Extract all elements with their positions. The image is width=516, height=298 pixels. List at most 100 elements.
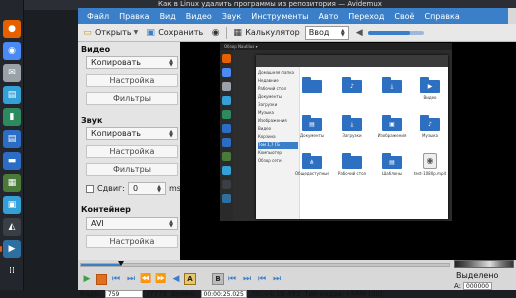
menu-item[interactable]: Справка: [419, 12, 464, 21]
frame-type: Тип кадра: I-FRM (00): [304, 289, 383, 298]
last-frame-button[interactable]: ⏭: [270, 272, 284, 286]
app-grid-icon[interactable]: ⁞⁞: [3, 262, 21, 280]
preview-sidebar-item: Обзор сети: [258, 158, 282, 163]
goto-a-icon: ⏮: [227, 274, 237, 284]
next-frame-icon: ⏭: [126, 274, 136, 284]
mode-value: Ввод: [308, 28, 330, 37]
mode-select[interactable]: Ввод ▲ ▼: [304, 25, 349, 40]
save-label: Сохранить: [158, 28, 204, 37]
menu-item[interactable]: Файл: [82, 12, 114, 21]
toolbar: ▭ Открыть ▼ ▣ Сохранить ◉ ▦ Калькулятор …: [78, 24, 516, 42]
terminal-icon[interactable]: ▮: [3, 108, 21, 126]
preview-folder-label: Шаблоны: [382, 171, 402, 176]
container-config-button[interactable]: Настройка: [86, 235, 178, 248]
save-button[interactable]: ▣ Сохранить: [143, 25, 205, 40]
audio-codec-select[interactable]: Копировать ▲ ▼: [86, 127, 178, 140]
menu-item[interactable]: Вид: [155, 12, 181, 21]
prev-keyframe-button[interactable]: ◀: [169, 272, 183, 286]
timeline-slider[interactable]: [80, 261, 450, 267]
info-button[interactable]: ◉: [208, 25, 223, 40]
preview-folder-label: test-1080p.mp4: [413, 171, 447, 176]
selection-a-label: A:: [454, 282, 462, 290]
selection-a-row: A: 000000: [454, 282, 492, 290]
preview-dock-icon: [222, 110, 231, 119]
forward-icon: ⏩: [155, 274, 167, 284]
audio-shift-checkbox[interactable]: [86, 184, 94, 193]
video-codec-value: Копировать: [91, 58, 141, 67]
preview-dock: [220, 50, 233, 221]
play-button[interactable]: ▶: [80, 272, 94, 286]
archive-icon[interactable]: ▦: [3, 174, 21, 192]
audio-codec-value: Копировать: [91, 129, 141, 138]
spin-arrows-icon: ▲ ▼: [169, 218, 173, 229]
preview-folder-label: Общедоступные: [295, 171, 329, 176]
time-input[interactable]: 00:00:25.025: [200, 289, 247, 298]
first-frame-button[interactable]: ⏮: [255, 272, 269, 286]
preview-folder-icon: ▤: [302, 115, 322, 131]
video-codec-select[interactable]: Копировать ▲ ▼: [86, 56, 178, 69]
selection-a-value: 000000: [463, 282, 492, 290]
preview-folder-icon: ⤓: [382, 77, 402, 93]
volume-slider[interactable]: [367, 30, 424, 35]
chevron-down-icon[interactable]: ▼: [134, 29, 139, 36]
spin-arrows-icon: ▲ ▼: [340, 27, 345, 38]
chromium-icon[interactable]: ◉: [3, 42, 21, 60]
calculator-label: Калькулятор: [245, 28, 300, 37]
menu-item[interactable]: Видео: [181, 12, 217, 21]
menu-item[interactable]: Звук: [217, 12, 246, 21]
avidemux-window: Файл Правка Вид Видео Звук Инструменты Авто Пер…: [78, 8, 516, 298]
menu-item[interactable]: Правка: [114, 12, 154, 21]
first-frame-icon: ⏮: [257, 274, 267, 284]
set-marker-b-button[interactable]: B: [212, 273, 224, 285]
preview-dock-icon: [222, 194, 231, 203]
menu-item[interactable]: Инструменты: [246, 12, 313, 21]
preview-sidebar-item: Документы: [258, 94, 282, 99]
audio-shift-row: Сдвиг: 0 ▲ ▼ ms: [86, 182, 181, 195]
total-frames: /7776: [146, 289, 168, 298]
video-preview[interactable]: Обзор Nautilus ▾ Домашняя папка Недавние Р…: [180, 42, 516, 260]
container-format-select[interactable]: AVI ▲ ▼: [86, 217, 178, 230]
audio-shift-input[interactable]: 0 ▲ ▼: [127, 182, 166, 195]
menu-item[interactable]: Авто: [314, 12, 344, 21]
spin-arrows-icon: ▲ ▼: [169, 128, 173, 139]
frame-input[interactable]: 759: [104, 289, 143, 298]
timeline-cursor-icon[interactable]: [118, 261, 125, 266]
open-button[interactable]: ▭ Открыть ▼: [80, 25, 140, 40]
goto-b-button[interactable]: ⏭: [240, 272, 254, 286]
selection-panel: Выделено A: 000000: [450, 258, 516, 298]
preview-sidebar-item: Домашняя папка: [258, 70, 294, 75]
firefox-icon[interactable]: ●: [3, 20, 21, 38]
prev-frame-button[interactable]: ⏮: [109, 272, 123, 286]
forward-button[interactable]: ⏩: [154, 272, 168, 286]
preview-folder-icon: ▣: [382, 115, 402, 131]
time-label: Время:: [171, 289, 197, 298]
next-frame-button[interactable]: ⏭: [124, 272, 138, 286]
audio-filters-button[interactable]: Фильтры: [86, 163, 178, 176]
audio-config-button[interactable]: Настройка: [86, 145, 178, 158]
files-icon[interactable]: ▤: [3, 86, 21, 104]
calculator-button[interactable]: ▦ Калькулятор: [230, 25, 302, 40]
video-filters-button[interactable]: Фильтры: [86, 92, 178, 105]
menu-item[interactable]: Своё: [389, 12, 419, 21]
preview-dock-icon: [222, 166, 231, 175]
selection-title: Выделено: [456, 271, 499, 280]
volume-control[interactable]: ◀: [352, 25, 426, 40]
avidemux-icon[interactable]: ▶: [3, 240, 21, 258]
preview-sidebar-item: Изображения: [258, 118, 287, 123]
preview-folder-label: Рабочий стол: [337, 171, 367, 176]
menu-item[interactable]: Переход: [343, 12, 389, 21]
document-icon[interactable]: ▤: [3, 130, 21, 148]
image-viewer-icon[interactable]: ◭: [3, 218, 21, 236]
mail-icon[interactable]: ✉: [3, 64, 21, 82]
stop-button[interactable]: [96, 273, 107, 285]
folder-icon[interactable]: ▬: [3, 152, 21, 170]
preview-folder-icon: ⤓: [342, 115, 362, 131]
preview-file-manager-sidebar: Домашняя папка Недавние Рабочий стол Докуме…: [256, 67, 300, 219]
spin-arrows-icon: ▲ ▼: [169, 57, 173, 68]
video-config-button[interactable]: Настройка: [86, 74, 178, 87]
store-icon[interactable]: ▣: [3, 196, 21, 214]
set-marker-a-button[interactable]: A: [184, 273, 196, 285]
preview-dock-icon: [222, 68, 231, 77]
rewind-button[interactable]: ⏪: [139, 272, 153, 286]
goto-a-button[interactable]: ⏮: [225, 272, 239, 286]
